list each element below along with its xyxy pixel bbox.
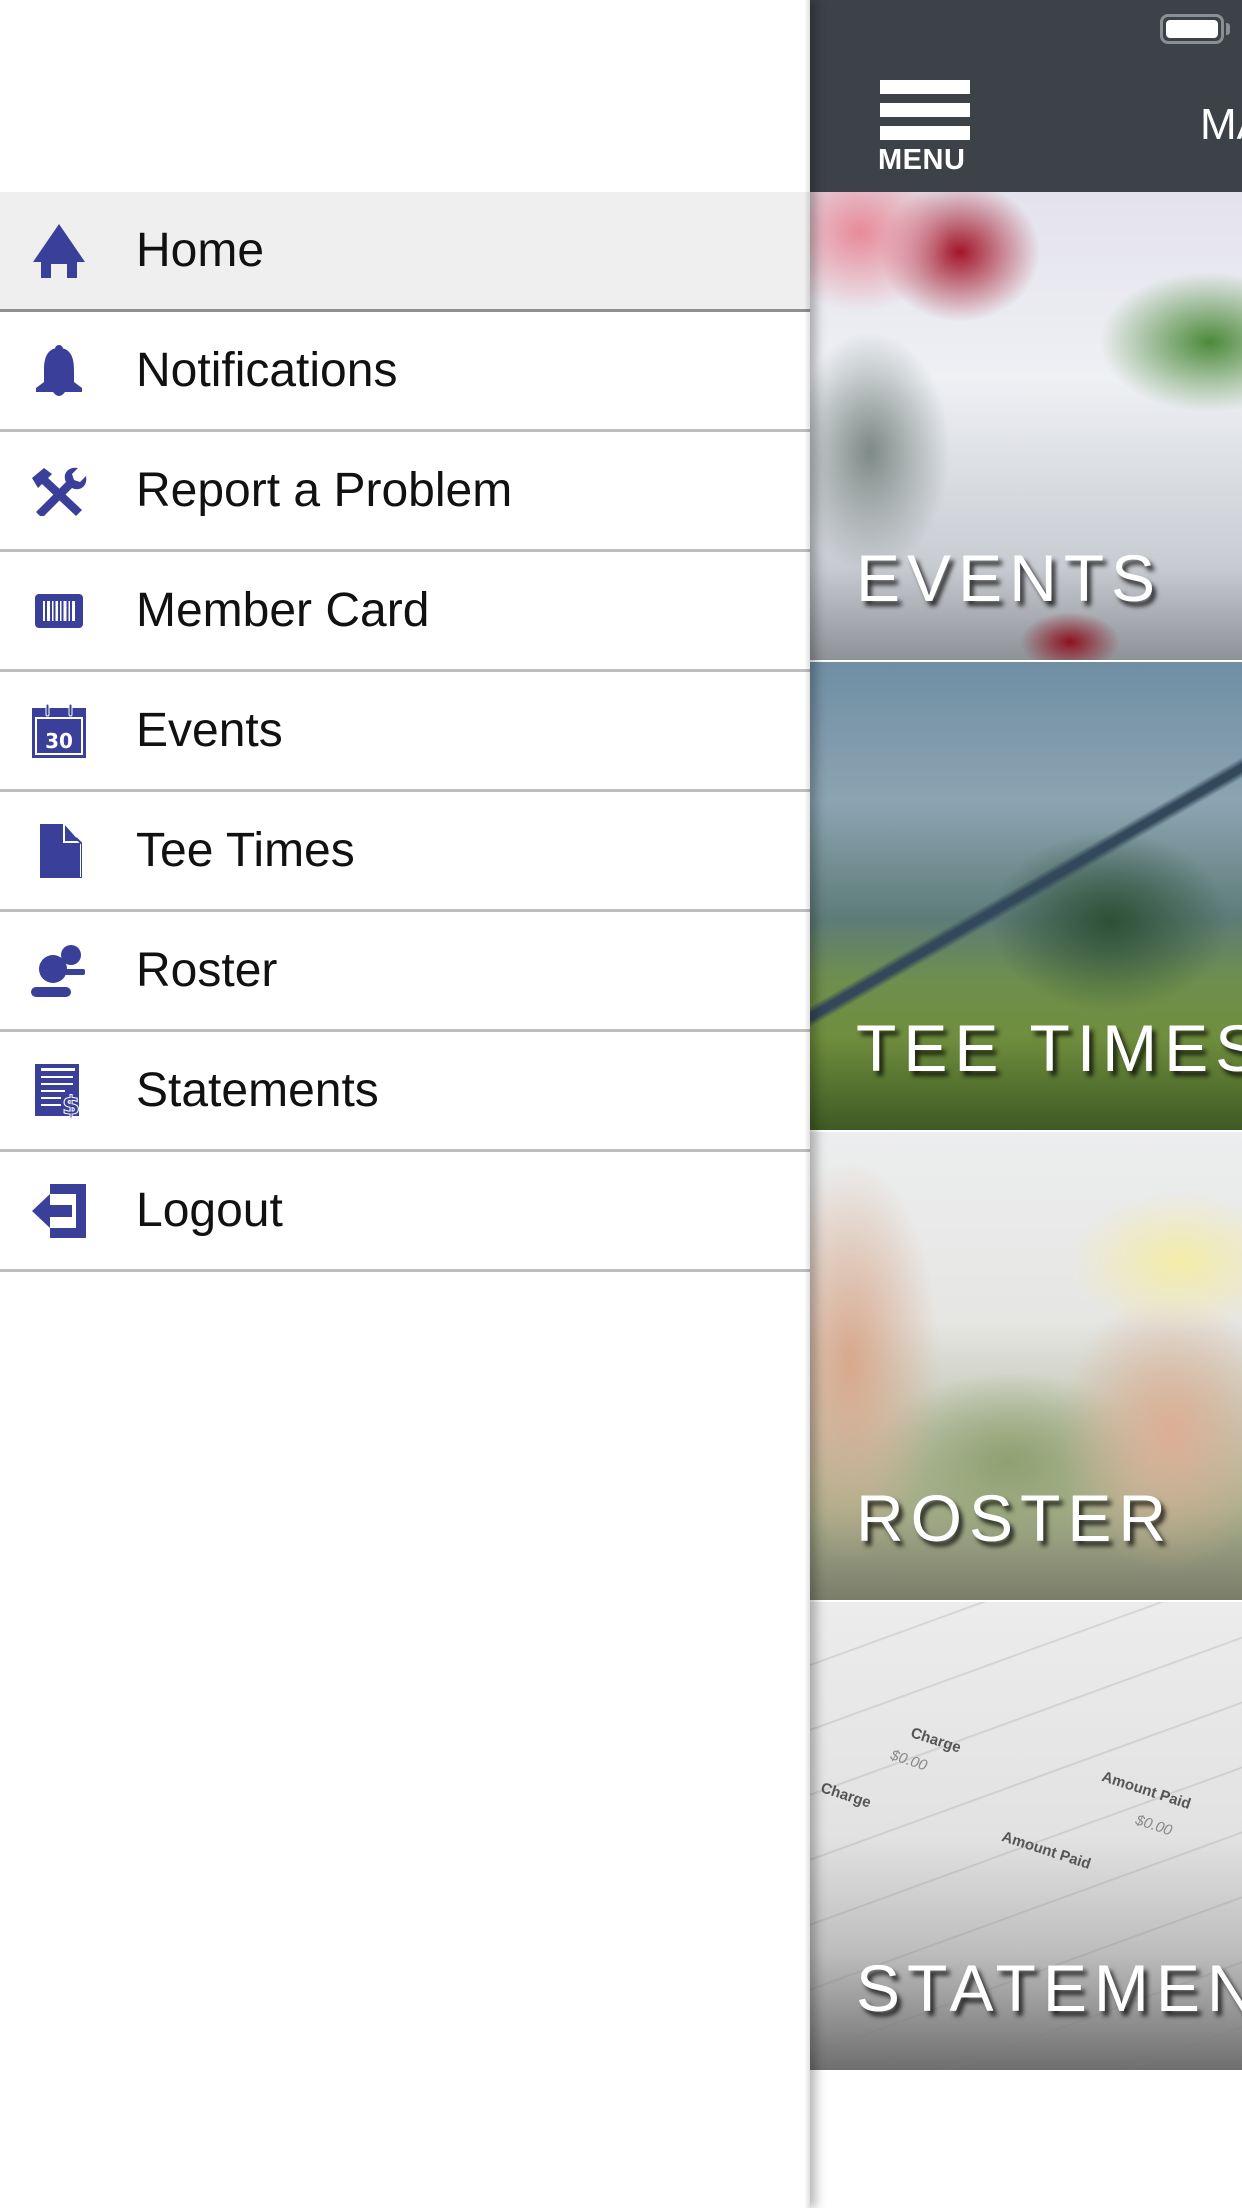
nav-item-roster[interactable]: Roster	[0, 912, 810, 1032]
nav-item-member-card[interactable]: Member Card	[0, 552, 810, 672]
nav-item-report-a-problem[interactable]: Report a Problem	[0, 432, 810, 552]
nav-label: Logout	[136, 1184, 283, 1237]
hamburger-bar	[880, 103, 970, 117]
nav-item-logout[interactable]: Logout	[0, 1152, 810, 1272]
statement-image-text: $0.00	[888, 1746, 930, 1775]
logout-icon	[30, 1182, 88, 1240]
battery-full-icon	[1160, 14, 1224, 44]
nav-label: Events	[136, 704, 283, 757]
tile-label: EVENTS	[856, 541, 1163, 615]
menu-button[interactable]: MENU	[870, 80, 970, 176]
tile-statements[interactable]: Charge $0.00 Charge Amount Paid $0.00 Am…	[810, 1602, 1242, 2070]
svg-text:$: $	[62, 1091, 80, 1118]
bell-icon	[30, 342, 88, 400]
drawer-shadow	[804, 0, 810, 2208]
hamburger-menu-icon	[880, 80, 970, 94]
calendar-icon: 30	[30, 702, 88, 760]
nav-label: Statements	[136, 1064, 379, 1117]
header-title: MA	[1200, 100, 1242, 149]
nav-item-events[interactable]: 30 Events	[0, 672, 810, 792]
tile-events[interactable]: EVENTS	[810, 192, 1242, 660]
home-icon	[30, 222, 88, 280]
statement-image-text: $0.00	[1133, 1811, 1175, 1840]
battery-tip	[1226, 23, 1230, 35]
tile-tee-times[interactable]: TEE TIMES	[810, 662, 1242, 1130]
people-icon	[30, 942, 88, 1000]
navigation-drawer: Home Notifications Report a Problem Memb…	[0, 0, 810, 2208]
statement-dollar-icon: $	[30, 1062, 88, 1120]
nav-item-statements[interactable]: $ Statements	[0, 1032, 810, 1152]
tools-icon	[30, 462, 88, 520]
nav-label: Tee Times	[136, 824, 355, 877]
hamburger-bar	[880, 126, 970, 140]
drawer-header-space	[0, 0, 810, 192]
calendar-day: 30	[45, 729, 73, 753]
tile-roster[interactable]: ROSTER	[810, 1132, 1242, 1600]
statement-image-text: Amount Paid	[1099, 1768, 1193, 1813]
nav-label: Notifications	[136, 344, 398, 397]
nav-item-notifications[interactable]: Notifications	[0, 312, 810, 432]
document-icon	[30, 822, 88, 880]
nav-label: Report a Problem	[136, 464, 513, 517]
tile-label: TEE TIMES	[856, 1011, 1242, 1085]
statement-image-text: Charge	[908, 1724, 964, 1757]
statement-image-text: Amount Paid	[999, 1828, 1093, 1873]
main-panel: MENU MA EVENTS TEE TIMES ROSTER Charge $…	[810, 0, 1242, 2208]
nav-label: Roster	[136, 944, 278, 997]
barcode-card-icon	[30, 582, 88, 640]
tile-label: ROSTER	[856, 1481, 1174, 1555]
app-header: MENU MA	[810, 0, 1242, 192]
nav-label: Member Card	[136, 584, 430, 637]
nav-item-home[interactable]: Home	[0, 192, 810, 312]
tile-label: STATEMEN	[856, 1951, 1242, 2025]
nav-item-tee-times[interactable]: Tee Times	[0, 792, 810, 912]
nav-label: Home	[136, 224, 265, 277]
statement-image-text: Charge	[818, 1779, 874, 1812]
menu-label: MENU	[878, 144, 966, 176]
